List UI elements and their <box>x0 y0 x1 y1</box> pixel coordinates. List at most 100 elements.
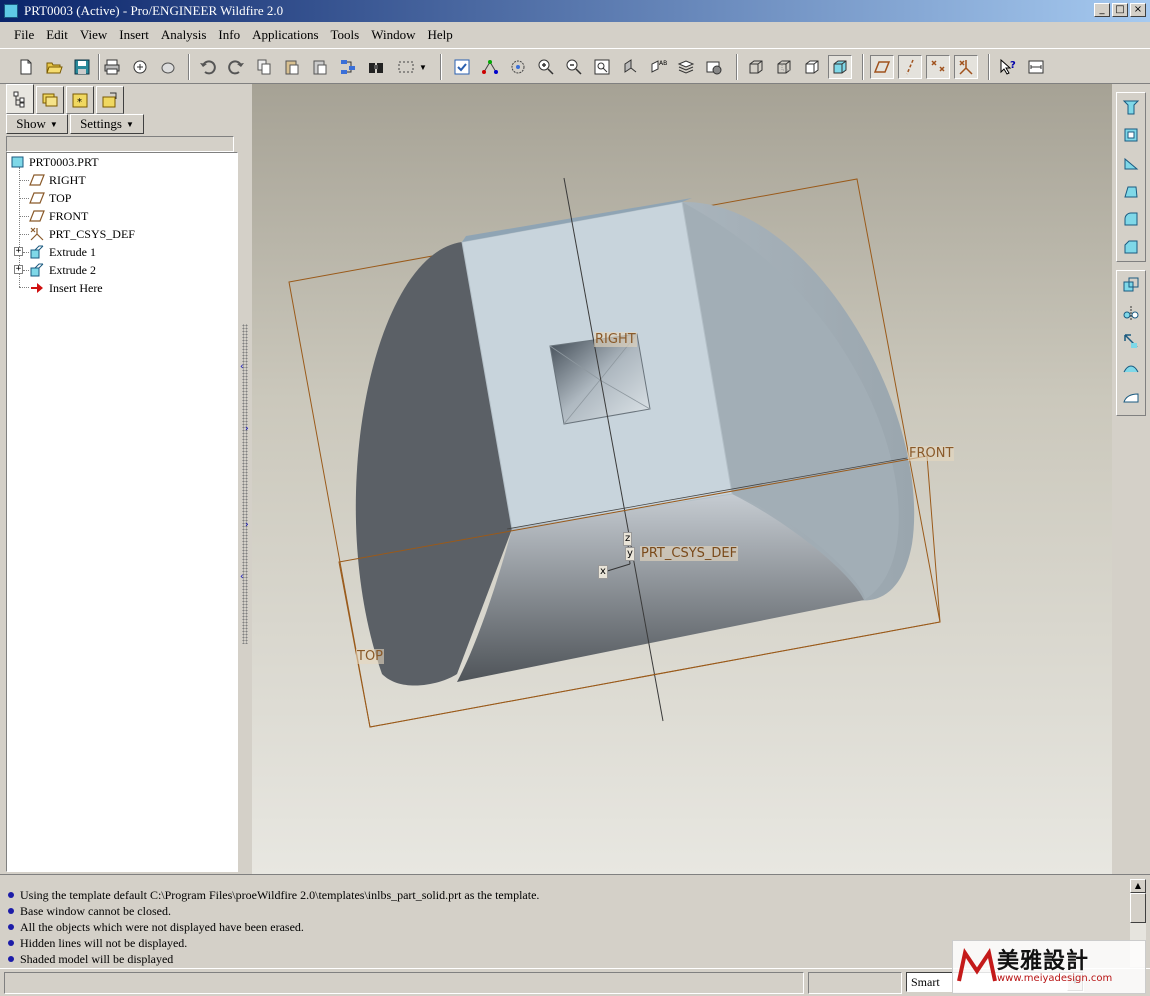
collapse-left-icon[interactable]: ‹ <box>240 572 244 582</box>
menu-edit[interactable]: Edit <box>40 25 74 45</box>
zoom-out-button[interactable] <box>562 55 586 79</box>
send-mail-button[interactable] <box>128 55 152 79</box>
show-dropdown[interactable]: Show ▼ <box>6 114 68 134</box>
tree-item-label: RIGHT <box>49 172 86 187</box>
menu-view[interactable]: View <box>74 25 113 45</box>
label-csys[interactable]: PRT_CSYS_DEF <box>640 546 739 561</box>
datum-points-toggle[interactable] <box>926 55 950 79</box>
tree-item-top[interactable]: TOP <box>29 189 71 207</box>
paste-special-button[interactable] <box>308 55 332 79</box>
label-top-plane[interactable]: TOP <box>356 649 385 664</box>
label-front-plane[interactable]: FRONT <box>908 446 955 461</box>
chevron-down-icon: ▼ <box>125 119 134 129</box>
menu-insert[interactable]: Insert <box>113 25 155 45</box>
round-tool-button[interactable] <box>1117 205 1145 233</box>
settings-dropdown[interactable]: Settings ▼ <box>70 114 144 134</box>
app-icon <box>4 4 18 18</box>
draft-tool-button[interactable] <box>1117 177 1145 205</box>
tree-item-right[interactable]: RIGHT <box>29 171 86 189</box>
menu-tools[interactable]: Tools <box>325 25 366 45</box>
tab-layers[interactable] <box>36 86 64 114</box>
menu-file[interactable]: File <box>8 25 40 45</box>
expand-right-icon[interactable]: › <box>245 424 249 434</box>
menu-info[interactable]: Info <box>212 25 246 45</box>
tree-item-extrude-2[interactable]: Extrude 2 <box>29 261 96 279</box>
tree-connector <box>19 234 29 235</box>
expand-extrude-1[interactable]: + <box>14 247 23 256</box>
find-button[interactable] <box>364 55 388 79</box>
open-file-button[interactable] <box>42 55 66 79</box>
tree-item-extrude-1[interactable]: Extrude 1 <box>29 243 96 261</box>
model-display-button[interactable] <box>702 55 726 79</box>
scroll-up-icon[interactable]: ▲ <box>1130 879 1146 893</box>
spin-center-button[interactable] <box>478 55 502 79</box>
help-pointer-icon: ? <box>1000 58 1016 75</box>
toolbar-separator <box>988 54 990 80</box>
feature-toolbar <box>1112 84 1150 874</box>
watermark-logo: 美雅設計 www.meiyadesign.com <box>952 940 1146 994</box>
new-file-button[interactable] <box>14 55 38 79</box>
close-button[interactable]: × <box>1130 3 1146 17</box>
panel-sash[interactable]: ‹ › › ‹ <box>240 84 252 874</box>
menu-help[interactable]: Help <box>421 25 458 45</box>
redo-button[interactable] <box>224 55 248 79</box>
layers-button[interactable] <box>674 55 698 79</box>
paste-button[interactable] <box>280 55 304 79</box>
menu-window[interactable]: Window <box>365 25 421 45</box>
mirror-tool-button[interactable] <box>1117 299 1145 327</box>
minimize-button[interactable]: _ <box>1094 3 1110 17</box>
dimension-toggle-button[interactable] <box>1024 55 1048 79</box>
hidden-line-button[interactable] <box>772 55 796 79</box>
repaint-button[interactable] <box>450 55 474 79</box>
wireframe-button[interactable] <box>744 55 768 79</box>
collapse-left-icon[interactable]: ‹ <box>240 362 244 372</box>
tree-item-root[interactable]: PRT0003.PRT <box>11 153 99 171</box>
tree-item-front[interactable]: FRONT <box>29 207 88 225</box>
expand-extrude-2[interactable]: + <box>14 265 23 274</box>
datum-axes-toggle[interactable] <box>898 55 922 79</box>
regenerate-button[interactable] <box>336 55 360 79</box>
coordinate-systems-toggle[interactable] <box>954 55 978 79</box>
tree-connector <box>19 180 29 181</box>
orient-mode-button[interactable] <box>506 55 530 79</box>
shading-button[interactable] <box>828 55 852 79</box>
datum-planes-toggle[interactable] <box>870 55 894 79</box>
context-help-button[interactable]: ? <box>996 55 1020 79</box>
zoom-in-button[interactable] <box>534 55 558 79</box>
tab-model-tree[interactable] <box>6 84 34 114</box>
chamfer-tool-button[interactable] <box>1117 233 1145 261</box>
trim-tool-button[interactable] <box>1117 355 1145 383</box>
message-text: All the objects which were not displayed… <box>20 919 304 934</box>
send-link-button[interactable] <box>156 55 180 79</box>
save-button[interactable] <box>70 55 94 79</box>
no-hidden-button[interactable] <box>800 55 824 79</box>
tab-connections[interactable] <box>96 86 124 114</box>
copy-feature-button[interactable] <box>1117 271 1145 299</box>
copy-button[interactable] <box>252 55 276 79</box>
undo-button[interactable] <box>196 55 220 79</box>
selection-box-dropdown[interactable]: ▼ <box>392 55 432 79</box>
hole-tool-button[interactable] <box>1117 93 1145 121</box>
reorient-button[interactable] <box>618 55 642 79</box>
menu-analysis[interactable]: Analysis <box>155 25 213 45</box>
print-button[interactable] <box>100 55 124 79</box>
model-square-hole <box>549 333 651 425</box>
menu-applications[interactable]: Applications <box>246 25 324 45</box>
expand-right-icon[interactable]: › <box>245 520 249 530</box>
rib-tool-button[interactable] <box>1117 149 1145 177</box>
shell-tool-button[interactable] <box>1117 121 1145 149</box>
extend-tool-button[interactable] <box>1117 383 1145 411</box>
tab-favorites[interactable]: * <box>66 86 94 114</box>
maximize-button[interactable]: □ <box>1112 3 1128 17</box>
scroll-thumb[interactable] <box>1130 893 1146 923</box>
merge-tool-button[interactable] <box>1117 327 1145 355</box>
tree-item-csys[interactable]: PRT_CSYS_DEF <box>29 225 135 243</box>
tree-item-insert-here[interactable]: Insert Here <box>29 279 103 297</box>
graphics-window[interactable]: RIGHT FRONT TOP PRT_CSYS_DEF z y x <box>252 84 1112 874</box>
saved-views-button[interactable]: AB <box>646 55 670 79</box>
toolbar-separator <box>736 54 738 80</box>
axis-x-label: x <box>598 565 608 579</box>
refit-button[interactable] <box>590 55 614 79</box>
extend-tool-icon <box>1123 393 1139 403</box>
label-right-plane[interactable]: RIGHT <box>594 332 637 347</box>
